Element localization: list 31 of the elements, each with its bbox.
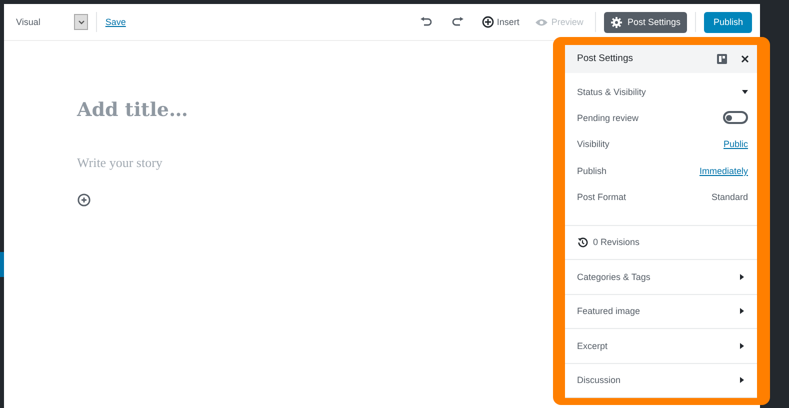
publish-button[interactable]: Publish [704, 12, 752, 32]
post-settings-button[interactable]: Post Settings [604, 12, 688, 32]
panel-title: Post Settings [577, 53, 634, 64]
setting-label: Visibility [577, 139, 610, 150]
section-header[interactable]: Status & Visibility [577, 78, 748, 105]
setting-link[interactable]: Public [723, 139, 748, 150]
panel-toggle[interactable]: Categories & Tags [565, 260, 757, 294]
redo-icon[interactable] [452, 17, 464, 27]
chevron-icon [78, 20, 85, 24]
add-block-icon[interactable] [77, 193, 91, 207]
toggle-switch[interactable] [723, 111, 748, 124]
panel-toggle[interactable]: Excerpt [565, 329, 757, 364]
save-link[interactable]: Save [105, 17, 126, 27]
revisions-link[interactable]: 0 Revisions [565, 226, 757, 260]
plus-circle-icon [482, 16, 494, 28]
history-icon [577, 236, 588, 248]
setting-label: Publish [577, 166, 607, 176]
layout-icon[interactable] [717, 54, 727, 64]
eye-icon [535, 18, 548, 26]
mode-dropdown[interactable] [74, 14, 88, 30]
setting-label: Pending review [577, 112, 639, 123]
insert-button[interactable]: Insert [478, 16, 524, 28]
setting-value: Standard [711, 192, 748, 202]
undo-icon[interactable] [420, 17, 432, 27]
setting-link[interactable]: Immediately [699, 166, 748, 176]
close-icon[interactable] [741, 54, 749, 63]
panel-toggle[interactable]: Discussion [565, 364, 757, 398]
gear-icon [611, 16, 622, 28]
panel-toggle[interactable]: Featured image [565, 294, 757, 329]
setting-label: Post Format [577, 192, 626, 202]
mode-label: Visual [16, 17, 40, 27]
